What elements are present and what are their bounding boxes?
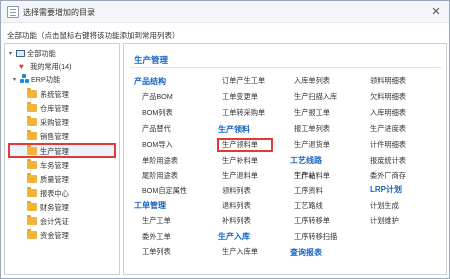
function-item[interactable]: 欠料明细表 bbox=[370, 92, 406, 102]
tree-folder-label: 生产管理 bbox=[40, 147, 69, 156]
function-item[interactable]: 工单变更单 bbox=[222, 92, 258, 102]
tree-folder-item[interactable]: 生产管理 bbox=[27, 145, 69, 158]
folder-icon bbox=[27, 229, 37, 239]
app-window-icon bbox=[7, 6, 19, 18]
tree-item-erp[interactable]: ▾ ERP功能 bbox=[13, 74, 60, 86]
function-item[interactable]: 委外厂商存 bbox=[370, 171, 406, 181]
tree-folder-item[interactable]: 质量管理 bbox=[27, 173, 69, 186]
function-item[interactable]: 领料明细表 bbox=[370, 76, 406, 86]
function-item[interactable]: 退料列表 bbox=[222, 201, 251, 211]
function-item[interactable]: 计件明细表 bbox=[370, 140, 406, 150]
function-item[interactable]: 委外工单 bbox=[142, 232, 171, 242]
function-item[interactable]: 单阶用途表 bbox=[142, 156, 178, 166]
tree-folder-item[interactable]: 会计凭证 bbox=[27, 215, 69, 228]
tree-folder-item[interactable]: 销售管理 bbox=[27, 130, 69, 143]
title-bar: 选择需要增加的目录 ✕ bbox=[1, 1, 449, 23]
function-item[interactable]: 工作站 bbox=[294, 171, 316, 181]
folder-icon bbox=[27, 102, 37, 112]
collapse-icon[interactable]: ▾ bbox=[9, 48, 16, 60]
function-item[interactable]: BOM自定属性 bbox=[142, 186, 187, 196]
function-item[interactable]: 入库单列表 bbox=[294, 76, 330, 86]
tree-folder-label: 仓库管理 bbox=[40, 104, 69, 113]
tree-folder-label: 会计凭证 bbox=[40, 217, 69, 226]
folder-icon bbox=[27, 187, 37, 197]
folder-icon bbox=[27, 173, 37, 183]
function-item[interactable]: 生产退货单 bbox=[294, 140, 330, 150]
computer-icon bbox=[16, 50, 25, 57]
folder-icon bbox=[27, 201, 37, 211]
function-item[interactable]: 领料列表 bbox=[222, 186, 251, 196]
function-item[interactable]: 工序转移单 bbox=[294, 216, 330, 226]
section-query-reports: 查询报表 bbox=[290, 248, 322, 257]
section-lrp-plan: LRP计划 bbox=[370, 185, 402, 194]
tree-folder-label: 报表中心 bbox=[40, 189, 69, 198]
function-item[interactable]: 生产扫描入库 bbox=[294, 92, 337, 102]
folder-icon bbox=[27, 130, 37, 140]
function-item[interactable]: 生产领料单 bbox=[222, 140, 258, 150]
tree-folder-label: 系统管理 bbox=[40, 90, 69, 99]
tree-folder-item[interactable]: 报表中心 bbox=[27, 187, 69, 200]
section-production-picking: 生产领料 bbox=[218, 125, 250, 134]
function-item[interactable]: 入库明细表 bbox=[370, 108, 406, 118]
section-work-order: 工单管理 bbox=[134, 201, 166, 210]
tree-folder-label: 财务管理 bbox=[40, 203, 69, 212]
function-item[interactable]: 生产入库单 bbox=[222, 247, 258, 257]
function-item[interactable]: 工单列表 bbox=[142, 247, 171, 257]
function-item[interactable]: 订单产生工单 bbox=[222, 76, 265, 86]
collapse-icon[interactable]: ▾ bbox=[13, 74, 20, 86]
function-item[interactable]: 生产补料单 bbox=[222, 156, 258, 166]
tree-folder-item[interactable]: 车务管理 bbox=[27, 159, 69, 172]
folder-icon bbox=[27, 159, 37, 169]
tree-folder-item[interactable]: 系统管理 bbox=[27, 88, 69, 101]
function-item[interactable]: 生产进度表 bbox=[370, 124, 406, 134]
section-production-stock-in: 生产入库 bbox=[218, 232, 250, 241]
function-item[interactable]: 工序资料 bbox=[294, 186, 323, 196]
tree-folder-item[interactable]: 采购管理 bbox=[27, 116, 69, 129]
folder-icon bbox=[27, 116, 37, 126]
function-item[interactable]: 生产报工单 bbox=[294, 108, 330, 118]
function-item[interactable]: 计划生成 bbox=[370, 201, 399, 211]
function-item[interactable]: 计划维护 bbox=[370, 216, 399, 226]
heart-icon: ♥ bbox=[19, 62, 24, 71]
folder-icon bbox=[27, 145, 37, 155]
function-content: 生产管理 产品结构 工单管理 生产领料 生产入库 工艺线路 查询报表 LRP计划… bbox=[123, 43, 447, 275]
divider bbox=[130, 67, 442, 68]
section-process-route: 工艺线路 bbox=[290, 156, 322, 165]
function-item[interactable]: 产品BOM bbox=[142, 92, 173, 102]
tree-root[interactable]: ▾ 全部功能 bbox=[9, 48, 56, 60]
tree-folder-item[interactable]: 仓库管理 bbox=[27, 102, 69, 115]
tree-folder-item[interactable]: 资金管理 bbox=[27, 229, 69, 242]
function-item[interactable]: 工单转采购单 bbox=[222, 108, 265, 118]
function-item[interactable]: 报废统计表 bbox=[370, 156, 406, 166]
function-item[interactable]: 工序转移扫描 bbox=[294, 232, 337, 242]
function-item[interactable]: 产品替代 bbox=[142, 124, 171, 134]
window-title: 选择需要增加的目录 bbox=[23, 8, 95, 17]
tree-item-favorites[interactable]: ♥ 我的常用(14) bbox=[19, 61, 72, 73]
function-item[interactable]: 报工单列表 bbox=[294, 124, 330, 134]
hint-text: 全部功能（点击鼠标右键将该功能添加到常用列表） bbox=[7, 31, 180, 40]
function-item[interactable]: BOM导入 bbox=[142, 140, 173, 150]
folder-icon bbox=[27, 88, 37, 98]
tree-folder-label: 资金管理 bbox=[40, 231, 69, 240]
function-item[interactable]: 生产退料单 bbox=[222, 171, 258, 181]
function-item[interactable]: 工艺路线 bbox=[294, 201, 323, 211]
folder-icon bbox=[27, 215, 37, 225]
function-item[interactable]: 生产工单 bbox=[142, 216, 171, 226]
tree-folder-label: 车务管理 bbox=[40, 161, 69, 170]
function-item[interactable]: 补料列表 bbox=[222, 216, 251, 226]
erp-modules-icon bbox=[20, 74, 29, 83]
section-product-structure: 产品结构 bbox=[134, 77, 166, 86]
function-item[interactable]: 尾阶用途表 bbox=[142, 171, 178, 181]
function-item[interactable]: BOM列表 bbox=[142, 108, 173, 118]
tree-folder-item[interactable]: 财务管理 bbox=[27, 201, 69, 214]
tree-folder-label: 质量管理 bbox=[40, 175, 69, 184]
function-tree: ▾ 全部功能 ♥ 我的常用(14) ▾ ERP功能 系统管理仓库管理采购管理销售管理生… bbox=[4, 43, 120, 275]
dialog-window: 选择需要增加的目录 ✕ 全部功能（点击鼠标右键将该功能添加到常用列表） ▾ 全部功… bbox=[0, 0, 450, 279]
close-button[interactable]: ✕ bbox=[429, 5, 443, 19]
tree-folder-label: 销售管理 bbox=[40, 132, 69, 141]
tree-folder-label: 采购管理 bbox=[40, 118, 69, 127]
module-title: 生产管理 bbox=[134, 55, 169, 65]
